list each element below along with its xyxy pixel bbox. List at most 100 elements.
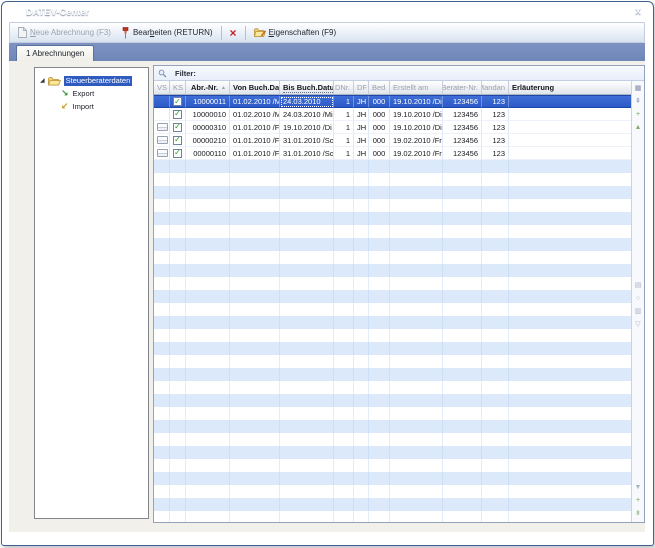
grid-cell-bis[interactable]: [280, 225, 334, 238]
grid-cell-erstellt[interactable]: [390, 459, 443, 472]
properties-button[interactable]: Eigenschaften (F9): [249, 24, 342, 41]
grid-cell-von[interactable]: [230, 368, 280, 381]
grid-cell-erl[interactable]: [509, 381, 631, 394]
grid-cell-von[interactable]: [230, 485, 280, 498]
grid-cell-bed[interactable]: [369, 251, 390, 264]
grid-cell-bed[interactable]: [369, 199, 390, 212]
grid-cell-erstellt[interactable]: 19.02.2010 /Fr: [390, 147, 443, 160]
grid-cell-abr[interactable]: [186, 173, 230, 186]
grid-cell-bis[interactable]: 19.10.2010 /Di: [280, 121, 334, 134]
grid-cell-abr[interactable]: [186, 420, 230, 433]
grid-cell-mandant[interactable]: [482, 277, 509, 290]
grid-cell-von[interactable]: [230, 433, 280, 446]
tab-abrechnungen[interactable]: 1 Abrechnungen: [16, 45, 94, 61]
grid-cell-berater[interactable]: [443, 329, 482, 342]
grid-cell-abr[interactable]: [186, 342, 230, 355]
grid-cell-mandant[interactable]: [482, 264, 509, 277]
grid-cell-vs[interactable]: [154, 134, 170, 147]
grid-cell-dnr[interactable]: [334, 199, 354, 212]
grid-cell-dnr[interactable]: [334, 381, 354, 394]
grid-cell-df[interactable]: [354, 264, 369, 277]
grid-cell-df[interactable]: [354, 212, 369, 225]
grid-cell-von[interactable]: [230, 472, 280, 485]
grid-cell-berater[interactable]: [443, 420, 482, 433]
grid-cell-erstellt[interactable]: [390, 394, 443, 407]
grid-cell-bis[interactable]: [280, 316, 334, 329]
grid-cell-berater[interactable]: [443, 173, 482, 186]
grid-cell-berater[interactable]: 123456: [443, 147, 482, 160]
grid-cell-bis[interactable]: 31.01.2010 /So: [280, 134, 334, 147]
grid-cell-von[interactable]: [230, 498, 280, 511]
grid-cell-berater[interactable]: [443, 381, 482, 394]
grid-cell-vs[interactable]: [154, 368, 170, 381]
grid-cell-dnr[interactable]: [334, 212, 354, 225]
grid-cell-mandant[interactable]: [482, 342, 509, 355]
grid-cell-berater[interactable]: 123456: [443, 96, 482, 108]
grid-cell-erl[interactable]: [509, 420, 631, 433]
tree-item-steuerberaterdaten[interactable]: ◢ Steuerberaterdaten: [35, 74, 148, 87]
grid-cell-erstellt[interactable]: [390, 173, 443, 186]
grid-cell-berater[interactable]: [443, 212, 482, 225]
grid-cell-abr[interactable]: [186, 446, 230, 459]
table-row[interactable]: ✓0000031001.01.2010 /Fr19.10.2010 /Di1JH…: [154, 121, 631, 134]
grid-cell-dnr[interactable]: 1: [334, 96, 354, 108]
grid-cell-abr[interactable]: [186, 316, 230, 329]
grid-cell-erstellt[interactable]: [390, 225, 443, 238]
grid-cell-erl[interactable]: [509, 277, 631, 290]
grid-cell-berater[interactable]: [443, 303, 482, 316]
grid-cell-erstellt[interactable]: [390, 277, 443, 290]
new-button[interactable]: Neue Abrechnung (F3): [13, 24, 116, 41]
grid-cell-bed[interactable]: [369, 303, 390, 316]
grid-cell-abr[interactable]: [186, 212, 230, 225]
grid-cell-df[interactable]: [354, 173, 369, 186]
grid-cell-mandant[interactable]: [482, 420, 509, 433]
grid-cell-ks[interactable]: ✓: [170, 96, 186, 108]
grid-cell-abr[interactable]: [186, 511, 230, 522]
grid-cell-mandant[interactable]: [482, 433, 509, 446]
grid-cell-abr[interactable]: 10000011: [186, 96, 230, 108]
grid-cell-erstellt[interactable]: [390, 420, 443, 433]
grid-cell-vs[interactable]: [154, 290, 170, 303]
grid-cell-erl[interactable]: [509, 485, 631, 498]
grid-cell-mandant[interactable]: [482, 212, 509, 225]
grid-cell-mandant[interactable]: [482, 394, 509, 407]
grid-cell-erstellt[interactable]: [390, 381, 443, 394]
grid-cell-mandant[interactable]: [482, 407, 509, 420]
grid-cell-abr[interactable]: 10000010: [186, 108, 230, 121]
grid-cell-bed[interactable]: [369, 485, 390, 498]
grid-cell-bed[interactable]: [369, 316, 390, 329]
table-row[interactable]: ✓0000021001.01.2010 /Fr31.01.2010 /So1JH…: [154, 134, 631, 147]
grid-cell-erl[interactable]: [509, 251, 631, 264]
grid-cell-vs[interactable]: [154, 433, 170, 446]
tree-item-import[interactable]: ↙Import: [35, 100, 148, 113]
grid-cell-dnr[interactable]: [334, 316, 354, 329]
grid-cell-df[interactable]: [354, 368, 369, 381]
grid-cell-erstellt[interactable]: [390, 368, 443, 381]
grid-cell-vs[interactable]: [154, 420, 170, 433]
grid-cell-erl[interactable]: [509, 264, 631, 277]
grid-cell-ks[interactable]: [170, 251, 186, 264]
grid-cell-von[interactable]: [230, 394, 280, 407]
grid-cell-df[interactable]: [354, 160, 369, 173]
grid-cell-berater[interactable]: [443, 186, 482, 199]
grid-cell-erl[interactable]: [509, 134, 631, 147]
grid-cell-dnr[interactable]: [334, 264, 354, 277]
grid-cell-dnr[interactable]: [334, 290, 354, 303]
grid-cell-mandant[interactable]: [482, 511, 509, 522]
grid-cell-abr[interactable]: [186, 459, 230, 472]
table-row-selected[interactable]: ✓1000001101.02.2010 /Mo24.03.20101JH0001…: [154, 95, 631, 108]
grid-cell-df[interactable]: [354, 342, 369, 355]
grid-cell-bed[interactable]: [369, 498, 390, 511]
scroll-to-top-icon[interactable]: ⇞: [632, 95, 644, 108]
grid-cell-mandant[interactable]: 123: [482, 108, 509, 121]
grid-cell-bis[interactable]: [280, 329, 334, 342]
grid-cell-ks[interactable]: [170, 472, 186, 485]
grid-cell-df[interactable]: [354, 186, 369, 199]
grid-cell-erl[interactable]: [509, 355, 631, 368]
grid-cell-ks[interactable]: ✓: [170, 147, 186, 160]
grid-cell-mandant[interactable]: [482, 303, 509, 316]
table-row[interactable]: ✓0000011001.01.2010 /Fr31.01.2010 /So1JH…: [154, 147, 631, 160]
grid-cell-mandant[interactable]: [482, 251, 509, 264]
grid-cell-vs[interactable]: [154, 446, 170, 459]
grid-cell-vs[interactable]: [154, 277, 170, 290]
